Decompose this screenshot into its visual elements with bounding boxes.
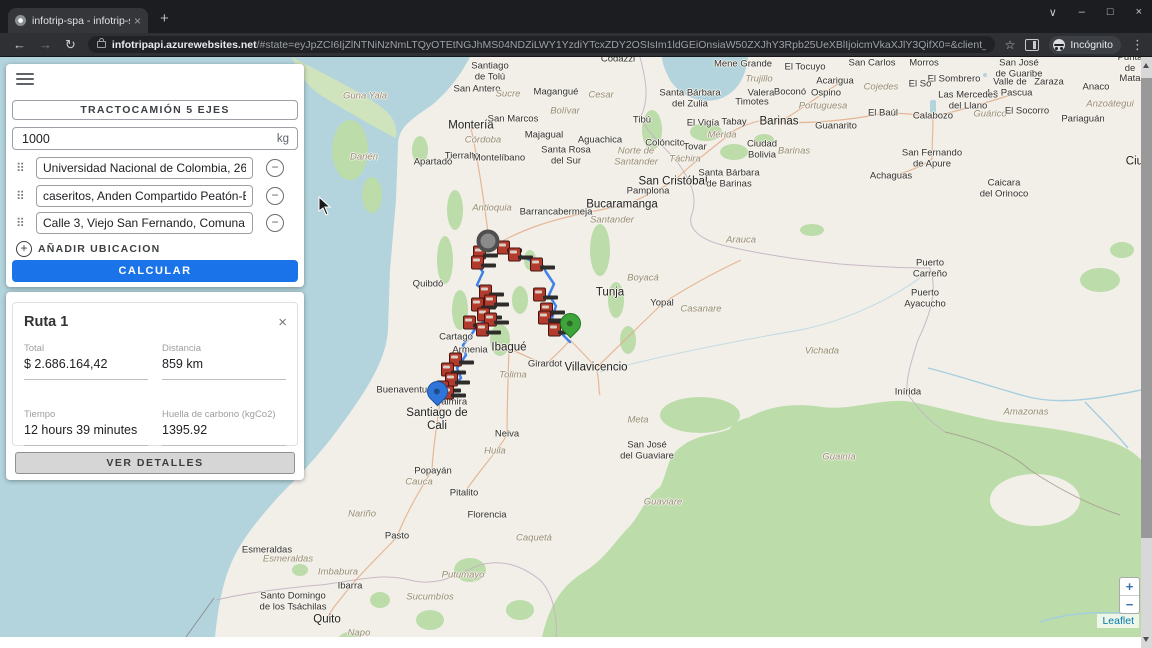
page-scrollbar[interactable] — [1141, 57, 1152, 648]
weight-field: kg — [12, 127, 298, 150]
sidebar: TRACTOCAMIÓN 5 EJES kg ⠿ − ⠿ − ⠿ — [6, 64, 304, 480]
weight-input[interactable] — [13, 132, 277, 146]
mouse-cursor — [318, 196, 332, 216]
url-text: infotripapi.azurewebsites.net/#state=eyJ… — [112, 39, 986, 51]
route-title: Ruta 1 — [24, 314, 278, 330]
back-button[interactable]: ← — [13, 38, 26, 51]
remove-location-button[interactable]: − — [266, 159, 284, 177]
blue-pin-icon — [423, 377, 453, 407]
location-input[interactable] — [36, 212, 253, 234]
minimize-button[interactable]: – — [1079, 6, 1085, 19]
bookmark-star-icon[interactable]: ☆ — [1005, 38, 1016, 52]
destination-pin-blue[interactable] — [426, 380, 448, 410]
plus-circle-icon: + — [16, 241, 32, 257]
truck-marker[interactable] — [530, 258, 556, 275]
add-location-label: AÑADIR UBICACION — [38, 243, 160, 255]
route-result-panel: Ruta 1 × Total $ 2.686.164,42 Distancia … — [6, 292, 304, 480]
maximize-button[interactable]: □ — [1107, 6, 1114, 19]
page-bottom-strip — [0, 637, 1141, 648]
url-domain: infotripapi.azurewebsites.net — [112, 39, 257, 51]
stat-label: Distancia — [162, 343, 286, 354]
zoom-out-button[interactable]: − — [1120, 595, 1139, 613]
details-button[interactable]: VER DETALLES — [15, 452, 295, 474]
remove-location-button[interactable]: − — [266, 187, 284, 205]
scroll-up-arrow[interactable] — [1143, 63, 1149, 68]
stat-value: 859 km — [162, 357, 286, 371]
location-row: ⠿ − — [12, 184, 298, 208]
route-stat: Total $ 2.686.164,42 — [24, 343, 148, 380]
calculate-button[interactable]: CALCULAR — [12, 260, 298, 282]
url-path: /#state=eyJpZCI6IjZlNTNiNzNmLTQyOTEtNGJh… — [257, 39, 986, 51]
stat-value: 1395.92 — [162, 423, 286, 437]
add-location-button[interactable]: + AÑADIR UBICACION — [16, 241, 160, 257]
stat-value: $ 2.686.164,42 — [24, 357, 148, 371]
scroll-down-arrow[interactable] — [1143, 637, 1149, 642]
stat-value: 12 hours 39 minutes — [24, 423, 148, 437]
menu-icon[interactable] — [16, 73, 34, 86]
route-stat: Tiempo 12 hours 39 minutes — [24, 409, 148, 446]
location-row: ⠿ − — [12, 156, 298, 180]
zoom-in-button[interactable]: + — [1120, 578, 1139, 595]
incognito-label: Incógnito — [1070, 39, 1113, 51]
location-list: ⠿ − ⠿ − ⠿ − — [12, 156, 298, 239]
browser-toolbar: ← → ↻ infotripapi.azurewebsites.net/#sta… — [0, 33, 1152, 57]
truck-marker[interactable] — [476, 323, 502, 340]
forward-button[interactable]: → — [39, 38, 52, 51]
map-zoom-control: + − — [1119, 577, 1140, 614]
browser-tab[interactable]: infotrip-spa - infotrip-spa × — [8, 8, 148, 33]
stat-label: Total — [24, 343, 148, 354]
close-icon[interactable]: × — [278, 316, 287, 329]
vehicle-type-button[interactable]: TRACTOCAMIÓN 5 EJES — [12, 100, 298, 120]
location-input[interactable] — [36, 185, 253, 207]
new-tab-button[interactable]: + — [160, 11, 169, 26]
window-controls: ∨ – □ × — [1049, 6, 1142, 19]
reload-button[interactable]: ↻ — [65, 38, 76, 51]
address-bar[interactable]: infotripapi.azurewebsites.net/#state=eyJ… — [88, 36, 995, 53]
side-panel-icon[interactable] — [1025, 39, 1039, 51]
stat-label: Huella de carbono (kgCo2) — [162, 409, 286, 420]
weight-unit-label: kg — [277, 133, 297, 145]
drag-handle-icon[interactable]: ⠿ — [16, 189, 30, 203]
browser-menu-icon[interactable]: ⋮ — [1131, 37, 1144, 53]
drag-handle-icon[interactable]: ⠿ — [16, 216, 30, 230]
route-form-panel: TRACTOCAMIÓN 5 EJES kg ⠿ − ⠿ − ⠿ — [6, 64, 304, 287]
lock-icon — [97, 41, 106, 48]
tab-title: infotrip-spa - infotrip-spa — [32, 15, 130, 27]
location-row: ⠿ − — [12, 211, 298, 235]
truck-marker[interactable] — [471, 256, 497, 273]
stat-label: Tiempo — [24, 409, 148, 420]
route-card: Ruta 1 × Total $ 2.686.164,42 Distancia … — [12, 302, 298, 446]
start-marker[interactable] — [477, 230, 500, 253]
tab-close-icon[interactable]: × — [134, 14, 141, 28]
route-stat: Distancia 859 km — [162, 343, 286, 380]
destination-pin-green[interactable] — [559, 312, 581, 342]
incognito-icon — [1053, 39, 1065, 51]
route-stats: Total $ 2.686.164,42 Distancia 859 km Ti… — [24, 343, 286, 446]
tab-search-icon[interactable]: ∨ — [1049, 6, 1057, 19]
green-pin-icon — [556, 309, 586, 339]
drag-handle-icon[interactable]: ⠿ — [16, 161, 30, 175]
tab-favicon-icon — [15, 15, 26, 26]
location-input[interactable] — [36, 157, 253, 179]
screen: Santiago de TolúSan AnteroSucreMaganguéB… — [0, 0, 1152, 648]
leaflet-attribution-link[interactable]: Leaflet — [1097, 614, 1139, 628]
browser-tab-strip: infotrip-spa - infotrip-spa × + ∨ – □ × — [0, 0, 1152, 33]
incognito-badge: Incógnito — [1049, 36, 1121, 54]
remove-location-button[interactable]: − — [266, 214, 284, 232]
close-window-button[interactable]: × — [1136, 6, 1142, 19]
scrollbar-thumb[interactable] — [1141, 78, 1152, 538]
route-stat: Huella de carbono (kgCo2) 1395.92 — [162, 409, 286, 446]
